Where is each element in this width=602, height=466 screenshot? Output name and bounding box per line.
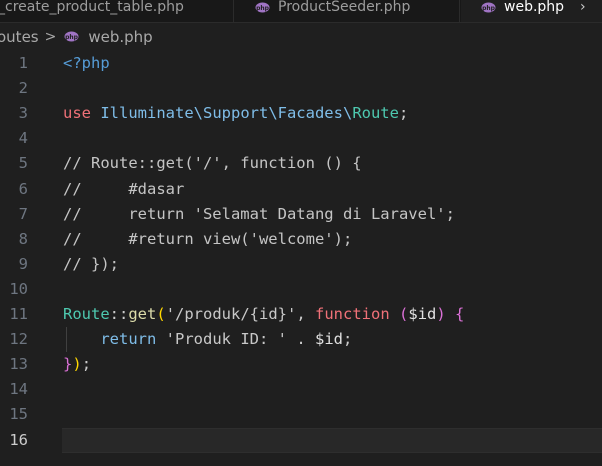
line-number: 16 bbox=[9, 430, 28, 449]
code-line[interactable]: 10 bbox=[0, 277, 602, 302]
code-line[interactable]: 12 return 'Produk ID: ' . $id; bbox=[0, 327, 602, 352]
line-number: 8 bbox=[18, 229, 28, 248]
code-token: // }); bbox=[63, 254, 119, 273]
code-text: <?php bbox=[63, 51, 110, 76]
code-text: // }); bbox=[63, 252, 119, 277]
php-icon: php bbox=[481, 2, 496, 13]
code-token: use bbox=[63, 104, 91, 123]
breadcrumb-separator: > bbox=[44, 28, 57, 45]
code-token: ; bbox=[398, 104, 409, 123]
chevron-right-icon[interactable]: › bbox=[580, 0, 586, 15]
line-number: 9 bbox=[18, 254, 28, 273]
code-line[interactable]: 4 bbox=[0, 126, 602, 151]
svg-text:php: php bbox=[256, 4, 270, 11]
code-token: , bbox=[296, 305, 316, 323]
line-number: 14 bbox=[9, 380, 28, 399]
tab-product-seeder[interactable]: php ProductSeeder.php bbox=[235, 0, 460, 22]
line-number: 3 bbox=[18, 104, 28, 123]
tab-create-product-table[interactable]: _create_product_table.php bbox=[0, 0, 234, 22]
tab-bar: _create_product_table.php php ProductSee… bbox=[0, 0, 602, 23]
code-token: } bbox=[63, 355, 73, 374]
code-token: ; bbox=[343, 330, 353, 349]
svg-text:php: php bbox=[482, 4, 496, 11]
code-text: // #return view('welcome'); bbox=[63, 227, 352, 252]
code-token: 'Produk ID: ' bbox=[165, 330, 287, 349]
code-line[interactable]: 5 // Route::get('/', function () { bbox=[0, 151, 602, 176]
php-icon: php bbox=[64, 31, 79, 42]
line-number: 4 bbox=[18, 129, 28, 148]
breadcrumb: outes > php web.php bbox=[0, 23, 602, 50]
line-number: 5 bbox=[18, 154, 28, 173]
breadcrumb-file[interactable]: web.php bbox=[88, 28, 152, 46]
code-token: { bbox=[455, 305, 465, 323]
line-number: 2 bbox=[18, 79, 28, 98]
code-token: // return 'Selamat Datang di Laravel'; bbox=[63, 204, 455, 223]
code-text: // return 'Selamat Datang di Laravel'; bbox=[63, 202, 455, 227]
line-number: 7 bbox=[18, 204, 28, 223]
code-token: $id bbox=[408, 305, 437, 323]
code-text: return 'Produk ID: ' . $id; bbox=[63, 327, 352, 352]
line-number: 6 bbox=[18, 179, 28, 198]
code-text: // #dasar bbox=[63, 177, 184, 202]
code-line[interactable]: 16 bbox=[0, 428, 602, 453]
code-line[interactable]: 15 bbox=[0, 402, 602, 427]
code-token: '/produk/{id}' bbox=[165, 305, 297, 323]
code-token: Illuminate\Support\Facades\ bbox=[100, 104, 353, 123]
tab-label: web.php bbox=[504, 0, 565, 15]
code-line[interactable]: 3 use Illuminate\Support\Facades\Route; bbox=[0, 101, 602, 126]
code-line[interactable]: 9 // }); bbox=[0, 252, 602, 277]
code-token: // Route::get('/', function () { bbox=[63, 154, 362, 173]
code-token: $id bbox=[315, 330, 343, 349]
code-line[interactable]: 14 bbox=[0, 377, 602, 402]
code-token: ) bbox=[436, 305, 446, 323]
svg-text:php: php bbox=[65, 34, 79, 41]
code-token: <?php bbox=[63, 54, 110, 72]
line-number: 10 bbox=[9, 279, 28, 298]
code-token: . bbox=[287, 330, 315, 349]
code-token: Route bbox=[63, 305, 110, 323]
code-line[interactable]: 8 // #return view('welcome'); bbox=[0, 227, 602, 252]
tab-label: _create_product_table.php bbox=[0, 0, 184, 15]
code-line[interactable]: 6 // #dasar bbox=[0, 177, 602, 202]
code-line[interactable]: 1 <?php bbox=[0, 51, 602, 76]
code-token: ) bbox=[72, 355, 82, 374]
code-token: get bbox=[128, 305, 157, 323]
php-icon: php bbox=[255, 2, 270, 13]
line-number: 11 bbox=[9, 305, 28, 323]
line-number: 12 bbox=[9, 330, 28, 349]
code-text: use Illuminate\Support\Facades\Route; bbox=[63, 101, 408, 126]
code-token: Route bbox=[352, 104, 399, 123]
code-token: ; bbox=[81, 355, 92, 374]
tab-label: ProductSeeder.php bbox=[278, 0, 411, 15]
line-number: 1 bbox=[18, 54, 28, 72]
code-line[interactable]: 2 bbox=[0, 76, 602, 101]
code-token: ( bbox=[399, 305, 409, 323]
code-line[interactable]: 11 Route::get('/produk/{id}', function ($… bbox=[0, 302, 602, 327]
line-number: 13 bbox=[9, 355, 28, 374]
code-token: return bbox=[100, 330, 157, 349]
code-token: ( bbox=[156, 305, 166, 323]
line-number: 15 bbox=[9, 405, 28, 424]
code-editor[interactable]: 1 <?php 2 3 use Illuminate\Support\Facades\R… bbox=[0, 51, 602, 466]
code-line[interactable]: 13}); bbox=[0, 352, 602, 377]
breadcrumb-folder[interactable]: outes bbox=[0, 28, 39, 46]
code-token: // #return view('welcome'); bbox=[63, 229, 353, 248]
code-line[interactable]: 7 // return 'Selamat Datang di Laravel'; bbox=[0, 202, 602, 227]
code-text: // Route::get('/', function () { bbox=[63, 151, 362, 176]
code-token: :: bbox=[109, 305, 129, 323]
code-text: }); bbox=[63, 352, 91, 377]
editor-window: _create_product_table.php php ProductSee… bbox=[0, 0, 602, 466]
tab-web-php[interactable]: php web.php › bbox=[461, 0, 602, 22]
code-token: function bbox=[315, 305, 390, 323]
code-text: Route::get('/produk/{id}', function ($id… bbox=[63, 302, 464, 327]
code-token: // #dasar bbox=[63, 179, 185, 198]
